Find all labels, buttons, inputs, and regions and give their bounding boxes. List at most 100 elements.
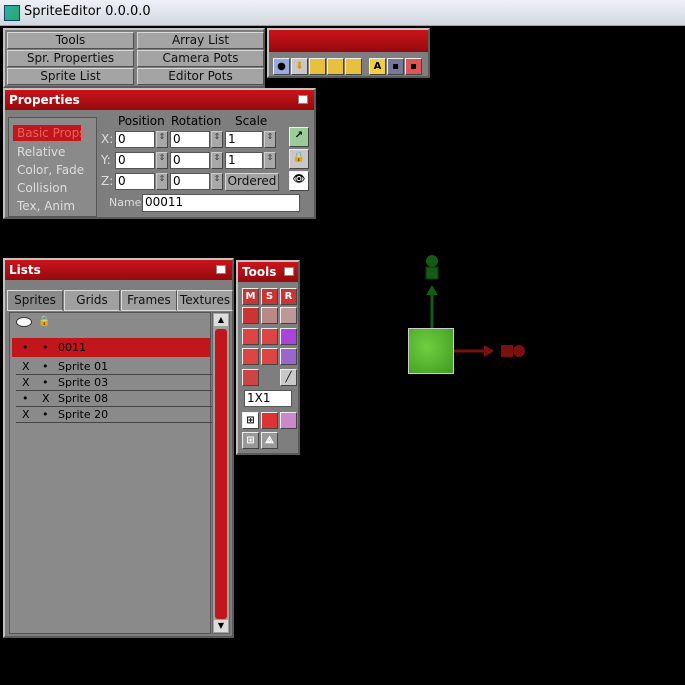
scroll-thumb[interactable] — [215, 329, 227, 619]
list-item[interactable]: • X Sprite 08 — [16, 392, 212, 407]
font-icon[interactable]: A — [369, 58, 386, 75]
rotation-z-spinner[interactable]: ⇕ — [211, 173, 223, 190]
ordered-button[interactable]: Ordered — [225, 173, 279, 191]
position-y-spinner[interactable]: ⇕ — [156, 152, 168, 169]
position-z-spinner[interactable]: ⇕ — [156, 173, 168, 190]
menu-array-list-button[interactable]: Array List — [137, 32, 264, 49]
snap-tool-icon[interactable]: ⊞ — [242, 412, 259, 429]
new-file-icon[interactable]: ● — [273, 58, 290, 75]
detach-tool-icon[interactable] — [261, 328, 278, 345]
category-color-fade[interactable]: Color, Fade — [17, 163, 84, 177]
rotation-x-input[interactable]: 0 — [170, 131, 210, 148]
scroll-down-icon[interactable]: ▼ — [214, 620, 228, 632]
name-input[interactable]: 00011 — [142, 194, 300, 212]
scroll-up-icon[interactable]: ▲ — [214, 314, 228, 326]
x-rotate-handle[interactable] — [513, 345, 525, 357]
minimize-icon[interactable] — [298, 95, 308, 104]
scale-x-input[interactable]: 1 — [225, 131, 263, 148]
rotation-z-input[interactable]: 0 — [170, 173, 210, 190]
menu-spr-properties-button[interactable]: Spr. Properties — [7, 50, 134, 67]
visible-toggle[interactable]: • — [22, 392, 29, 405]
lock-toggle[interactable]: X — [42, 392, 50, 405]
color-tool-icon[interactable] — [280, 328, 297, 345]
list-item[interactable]: X • Sprite 20 — [16, 408, 212, 423]
texture-tool-icon[interactable] — [242, 369, 259, 386]
list-item[interactable]: • • 0011 — [16, 341, 212, 356]
lock-toggle[interactable]: • — [42, 360, 49, 373]
add-sprite-icon[interactable] — [242, 307, 259, 324]
y-scale-handle[interactable] — [425, 266, 439, 280]
rotate-tool-icon[interactable]: R — [280, 288, 297, 305]
scale-y-spinner[interactable]: ⇕ — [264, 152, 276, 169]
visibility-eye-icon[interactable]: 👁 — [289, 171, 309, 191]
lock-icon[interactable]: 🔒 — [289, 149, 309, 169]
rotation-y-spinner[interactable]: ⇕ — [211, 152, 223, 169]
lock-toggle[interactable]: • — [42, 341, 49, 354]
rotation-column-header: Rotation — [171, 114, 222, 128]
category-tex-anim[interactable]: Tex, Anim — [17, 199, 75, 213]
tab-grids[interactable]: Grids — [64, 290, 120, 311]
x-axis-arrow-icon[interactable] — [484, 345, 494, 357]
open-folder-2-icon[interactable] — [327, 58, 344, 75]
visible-toggle[interactable]: X — [22, 408, 30, 421]
position-x-spinner[interactable]: ⇕ — [156, 131, 168, 148]
position-y-input[interactable]: 0 — [115, 152, 155, 169]
scale-x-spinner[interactable]: ⇕ — [264, 131, 276, 148]
menu-sprite-list-button[interactable]: Sprite List — [7, 68, 134, 85]
tab-sprites[interactable]: Sprites — [7, 290, 63, 311]
perspective-tool-icon[interactable]: ⟁ — [261, 432, 278, 449]
category-basic-props[interactable]: Basic Props — [17, 126, 86, 140]
open-folder-3-icon[interactable] — [345, 58, 362, 75]
lock-toggle[interactable]: • — [42, 376, 49, 389]
tab-textures[interactable]: Textures — [177, 290, 233, 311]
download-icon[interactable]: ⬇ — [291, 58, 308, 75]
tab-frames[interactable]: Frames — [121, 290, 177, 311]
position-x-input[interactable]: 0 — [115, 131, 155, 148]
category-relative[interactable]: Relative — [17, 145, 65, 159]
position-z-input[interactable]: 0 — [115, 173, 155, 190]
visible-toggle[interactable]: X — [22, 360, 30, 373]
eyedropper-icon[interactable]: ╱ — [280, 369, 297, 386]
minimize-icon[interactable] — [216, 265, 226, 274]
menu-tools-button[interactable]: Tools — [7, 32, 134, 49]
rotation-y-input[interactable]: 0 — [170, 152, 210, 169]
copy-sprite-icon[interactable] — [261, 307, 278, 324]
sprite-name: Sprite 03 — [58, 376, 109, 389]
minimize-icon[interactable] — [284, 267, 294, 276]
y-rotate-handle[interactable] — [426, 255, 438, 267]
sprite-name: Sprite 01 — [58, 360, 109, 373]
lock-column-icon[interactable]: 🔒 — [38, 316, 50, 327]
paint-tool-icon[interactable] — [242, 348, 259, 365]
visible-toggle[interactable]: • — [22, 341, 29, 354]
sound-tool-icon[interactable] — [280, 412, 297, 429]
menu-camera-pots-button[interactable]: Camera Pots — [137, 50, 264, 67]
visible-toggle[interactable]: X — [22, 376, 30, 389]
grid-tool-icon[interactable]: ⊞ — [242, 432, 259, 449]
y-axis-arrow-icon[interactable] — [426, 285, 438, 295]
attach-tool-icon[interactable] — [242, 328, 259, 345]
list-item[interactable]: X • Sprite 03 — [16, 376, 212, 391]
category-collision[interactable]: Collision — [17, 181, 67, 195]
x-scale-handle[interactable] — [501, 345, 513, 357]
scale-preset-field[interactable]: 1X1 — [244, 390, 292, 407]
menu-editor-pots-button[interactable]: Editor Pots — [137, 68, 264, 85]
name-label: Name: — [109, 196, 146, 209]
rotation-x-spinner[interactable]: ⇕ — [211, 131, 223, 148]
list-item[interactable]: X • Sprite 01 — [16, 360, 212, 375]
delete-sprite-icon[interactable] — [280, 307, 297, 324]
scale-y-input[interactable]: 1 — [225, 152, 263, 169]
open-folder-icon[interactable] — [309, 58, 326, 75]
palette-tool-icon[interactable] — [280, 348, 297, 365]
move-tool-icon[interactable]: M — [242, 288, 259, 305]
lock-toggle[interactable]: • — [42, 408, 49, 421]
visible-column-eye-icon[interactable] — [16, 317, 32, 327]
screenshot-icon[interactable]: ▪ — [405, 58, 422, 75]
grass-sprite[interactable] — [408, 328, 454, 374]
save-icon[interactable]: ▪ — [387, 58, 404, 75]
category-list: Basic Props Relative Color, Fade Collisi… — [8, 117, 97, 217]
scale-tool-icon[interactable]: S — [261, 288, 278, 305]
fill-tool-icon[interactable] — [261, 348, 278, 365]
attach-icon[interactable]: ↗ — [289, 127, 309, 147]
list-scrollbar[interactable]: ▲ ▼ — [212, 312, 230, 634]
magnet-tool-icon[interactable] — [261, 412, 278, 429]
